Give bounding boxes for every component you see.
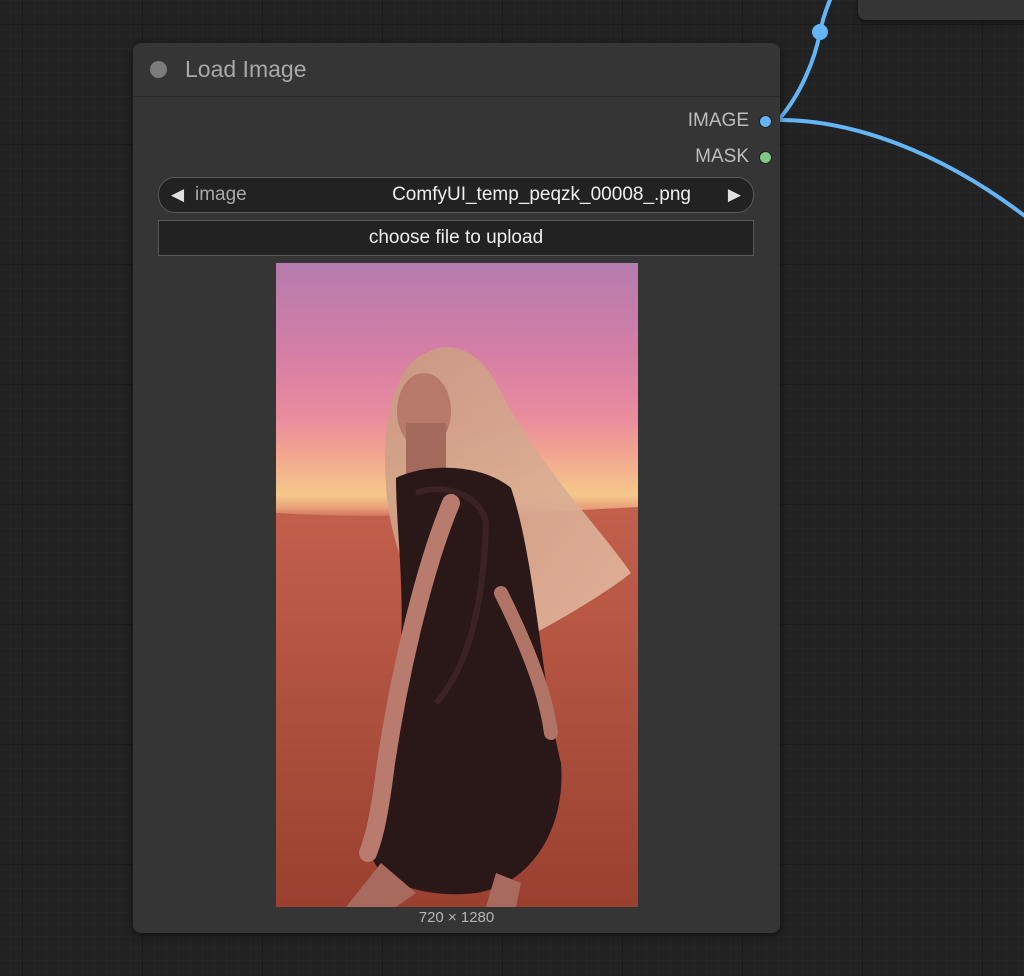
upload-button[interactable]: choose file to upload: [158, 220, 754, 256]
node-header[interactable]: Load Image: [133, 43, 780, 97]
output-label-mask: MASK: [695, 146, 749, 167]
load-image-node[interactable]: Load Image IMAGE MASK ◀ image ComfyUI_te…: [133, 43, 780, 933]
graph-canvas[interactable]: Load Image IMAGE MASK ◀ image ComfyUI_te…: [0, 0, 1024, 976]
combo-next-arrow-icon[interactable]: ▶: [728, 178, 741, 212]
link-midpoint-handle[interactable]: [812, 24, 828, 40]
combo-widget-value[interactable]: ComfyUI_temp_peqzk_00008_.png: [392, 178, 691, 212]
preview-dimensions: 720 × 1280: [418, 909, 495, 926]
image-preview: [276, 263, 638, 907]
output-label-image: IMAGE: [687, 110, 749, 131]
output-slot-mask[interactable]: MASK: [695, 145, 772, 169]
image-link-wire-up[interactable]: [778, 0, 833, 120]
output-slot-image[interactable]: IMAGE: [688, 109, 772, 133]
mask-output-dot-icon[interactable]: [759, 150, 772, 164]
node-title: Load Image: [185, 56, 307, 82]
node-collapse-dot-icon[interactable]: [150, 61, 167, 78]
preview-photo-illustration: [276, 347, 638, 907]
offscreen-node[interactable]: [858, 0, 1024, 20]
combo-prev-arrow-icon[interactable]: ◀: [171, 178, 184, 212]
image-output-dot-icon[interactable]: [759, 114, 772, 128]
image-combo-widget[interactable]: ◀ image ComfyUI_temp_peqzk_00008_.png ▶: [158, 177, 754, 213]
image-link-wire[interactable]: [779, 118, 1024, 220]
combo-widget-name: image: [195, 184, 247, 205]
